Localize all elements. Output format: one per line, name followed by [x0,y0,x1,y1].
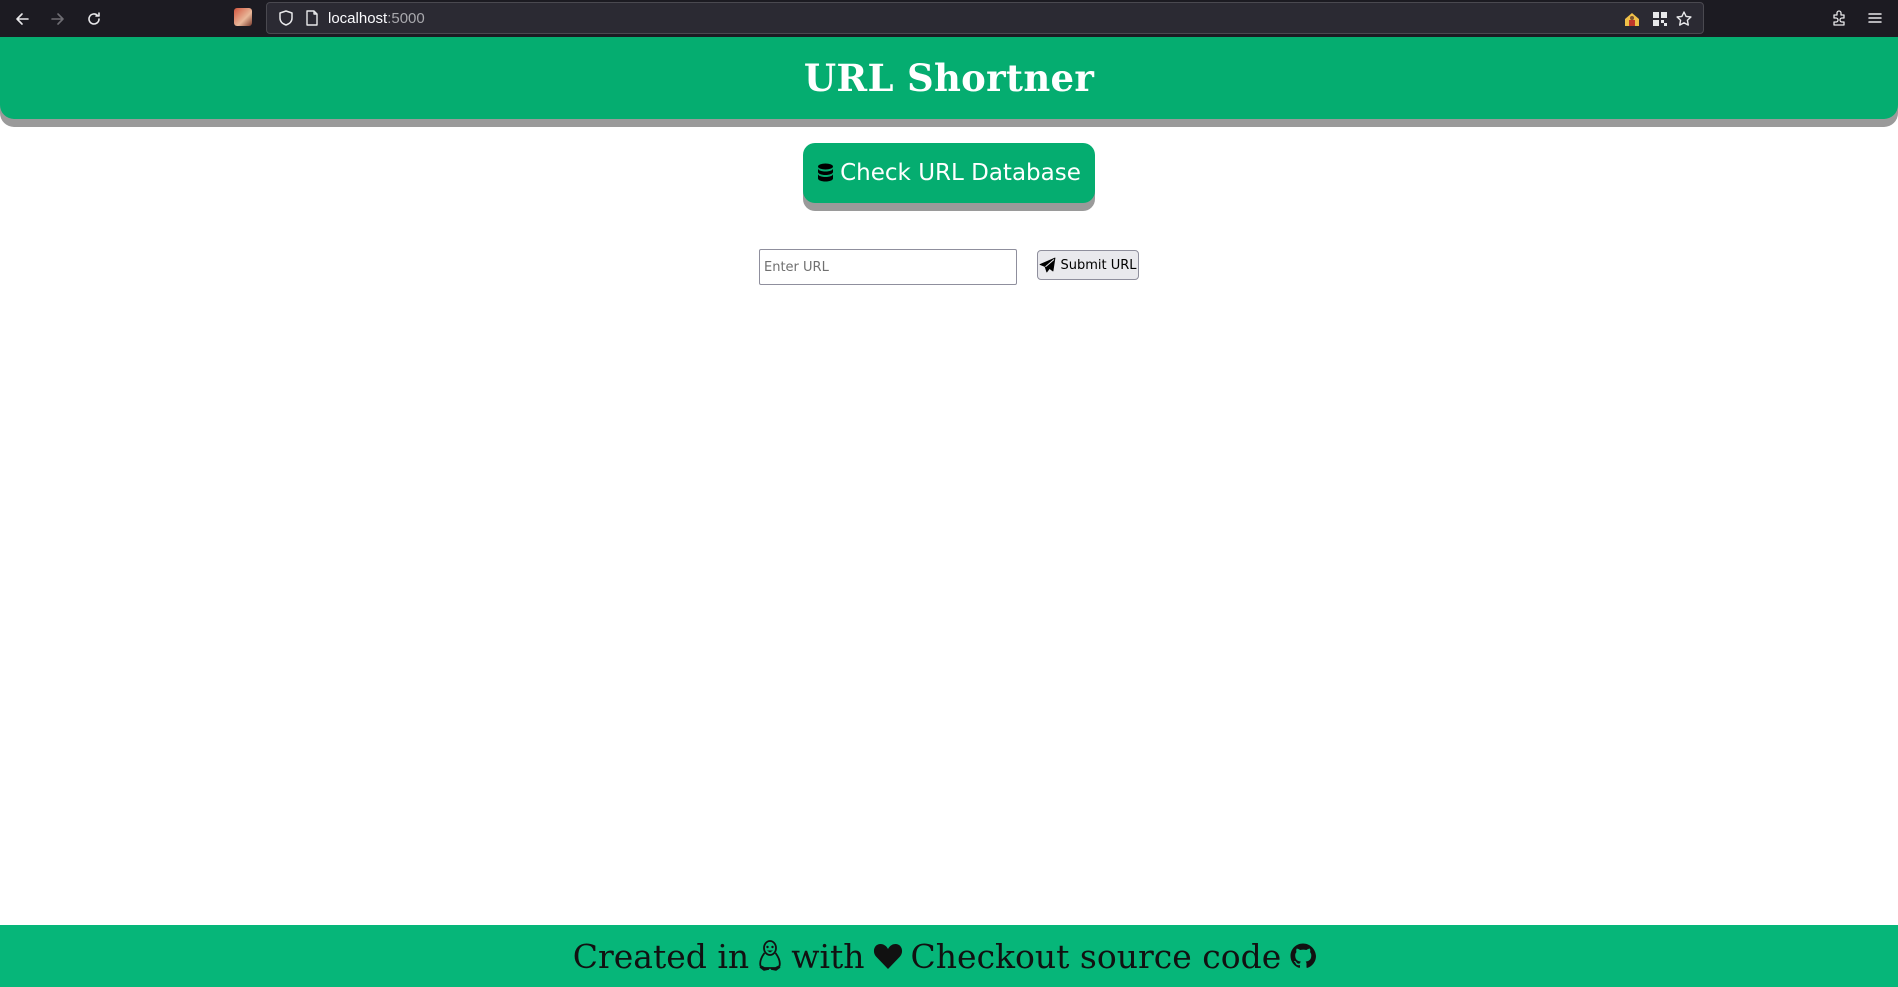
github-icon[interactable] [1289,942,1317,970]
page-header: URL Shortner [0,37,1898,119]
linux-icon[interactable] [757,939,783,973]
forward-icon[interactable] [45,6,71,32]
browser-toolbar: localhost:5000 [0,0,1898,37]
reload-icon[interactable] [81,6,107,32]
bookmark-star-icon[interactable] [1674,9,1694,29]
check-url-database-button[interactable]: Check URL Database [803,143,1095,203]
database-icon [817,163,834,183]
url-text[interactable]: localhost:5000 [328,10,425,27]
paper-plane-icon [1039,257,1056,274]
menu-icon[interactable] [1864,7,1886,29]
page-footer: Created in with Checkout source code [0,925,1898,987]
footer-with-text: with [791,936,865,976]
page-title: URL Shortner [803,56,1095,100]
shield-icon[interactable] [277,9,295,27]
extension-icon[interactable] [1622,9,1642,29]
footer-source-code-link[interactable]: Checkout source code [911,937,1282,976]
heart-icon [873,942,903,970]
submit-url-button[interactable]: Submit URL [1037,250,1139,280]
back-icon[interactable] [9,6,35,32]
qr-icon[interactable] [1650,9,1670,29]
submit-url-label: Submit URL [1060,257,1137,273]
site-favicon [234,8,252,26]
address-bar[interactable]: localhost:5000 [266,2,1704,34]
extensions-icon[interactable] [1828,7,1850,29]
check-url-database-label: Check URL Database [840,160,1081,186]
footer-created-in-text: Created in [572,936,750,976]
page-icon[interactable] [303,9,321,27]
url-input[interactable] [759,249,1017,285]
